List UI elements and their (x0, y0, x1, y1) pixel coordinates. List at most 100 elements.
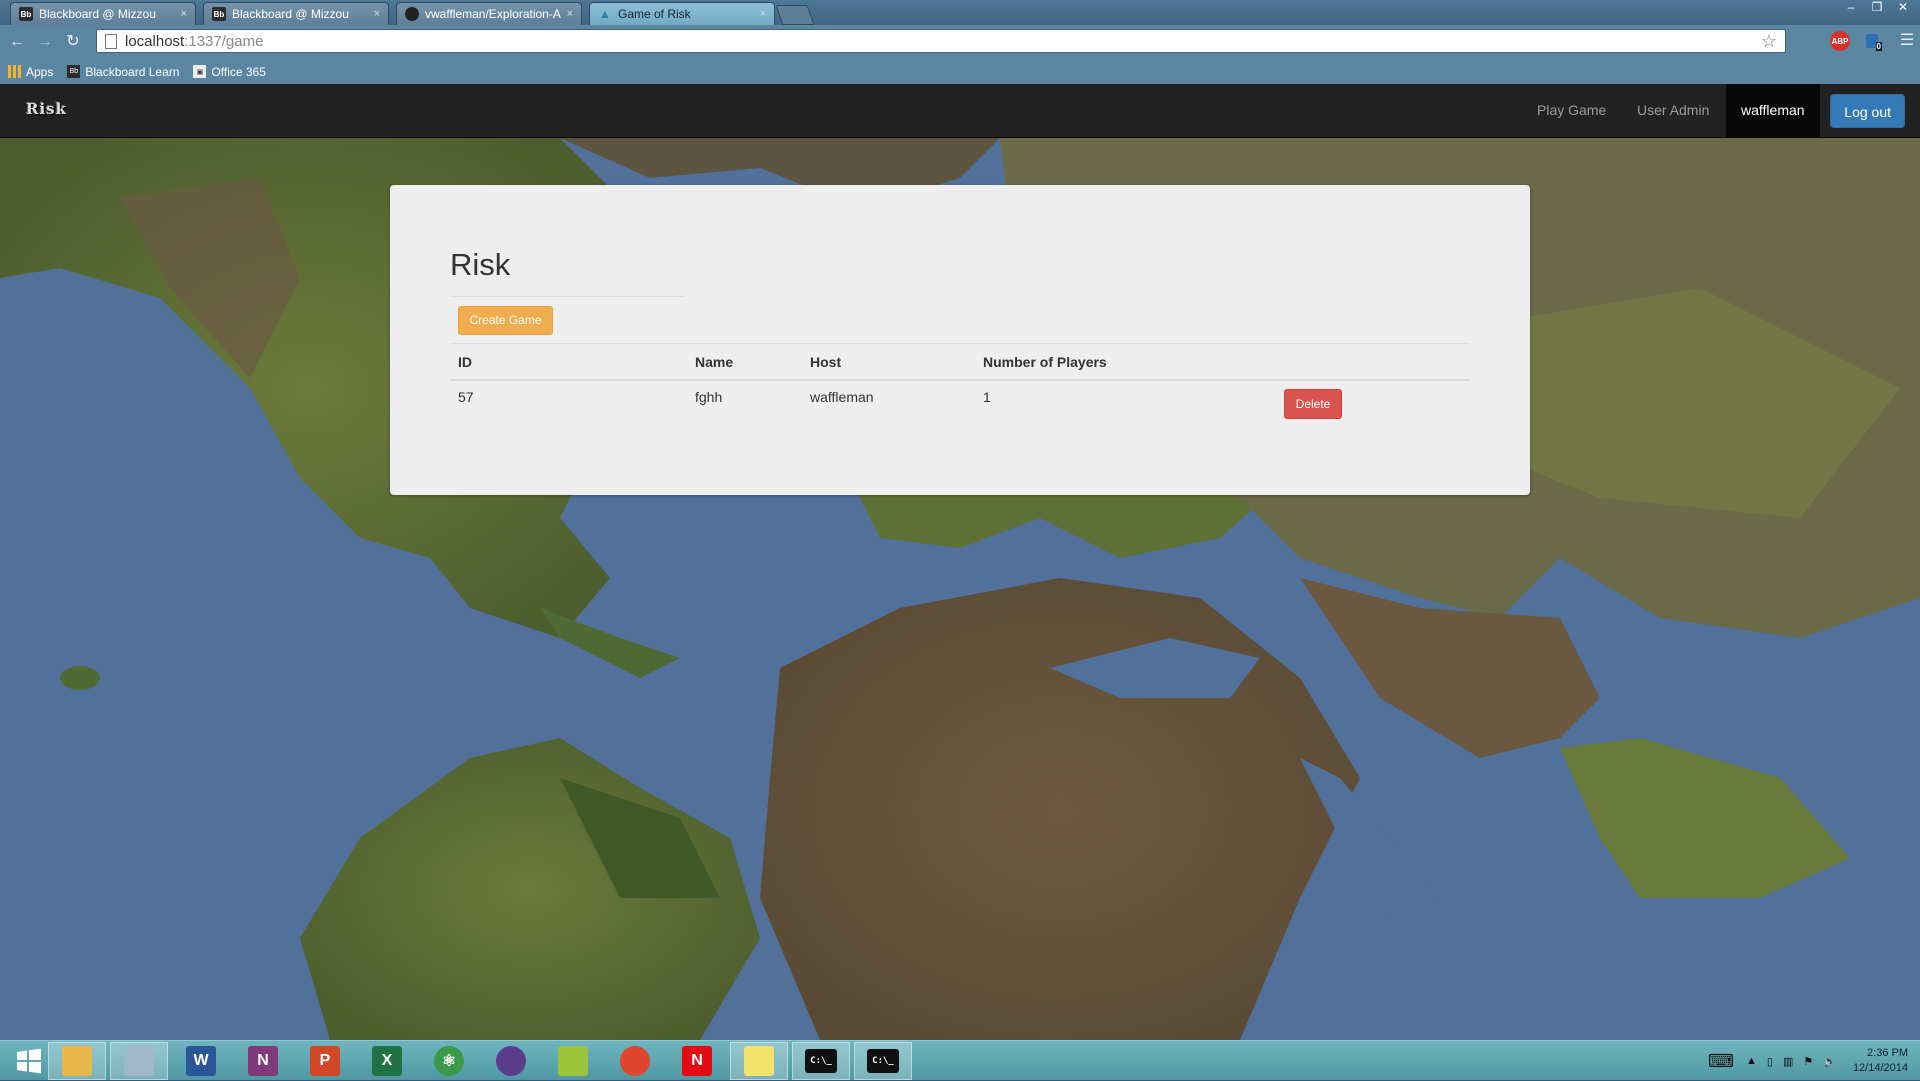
url-host: localhost (125, 32, 185, 50)
tab-close-icon[interactable]: × (760, 8, 766, 20)
browser-toolbar: ← → ↻ localhost:1337/game ☆ ABP 0 ☰ (0, 25, 1920, 59)
blackboard-favicon-icon: Bb (212, 7, 226, 21)
nav-user-admin[interactable]: User Admin (1637, 84, 1709, 137)
close-window-icon[interactable]: ✕ (1892, 0, 1914, 16)
cell-host: waffleman (802, 379, 975, 430)
taskbar-item[interactable]: W (172, 1042, 230, 1080)
games-table: ID Name Host Number of Players 57 fghh w… (450, 343, 1470, 430)
delete-game-button[interactable]: Delete (1284, 389, 1342, 419)
tab-title: Blackboard @ Mizzou (39, 7, 156, 21)
bookmark-office-365[interactable]: ▣ Office 365 (193, 64, 266, 79)
column-header-actions (1276, 343, 1470, 381)
taskbar-item[interactable] (48, 1042, 106, 1080)
title-divider (450, 296, 684, 297)
column-header-id: ID (450, 343, 687, 381)
system-tray: ⌨ ▲ ▯ ▥ ⚑ 🔈 2:36 PM 12/14/2014 (1708, 1041, 1920, 1081)
taskbar-item[interactable]: P (296, 1042, 354, 1080)
taskbar-item[interactable] (110, 1042, 168, 1080)
address-bar[interactable]: localhost:1337/game ☆ (96, 29, 1786, 53)
chrome-menu-icon[interactable]: ☰ (1896, 30, 1918, 52)
word-icon: W (186, 1046, 216, 1076)
bookmarks-bar: Apps Bb Blackboard Learn ▣ Office 365 (0, 59, 1920, 84)
battery-icon[interactable]: ▯ (1767, 1055, 1773, 1068)
create-game-button[interactable]: Create Game (458, 306, 553, 335)
volume-icon[interactable]: 🔈 (1823, 1055, 1837, 1068)
system-clock[interactable]: 2:36 PM 12/14/2014 (1853, 1046, 1908, 1076)
browser-tab-3[interactable]: vwaffleman/Exploration-A × (396, 2, 582, 25)
apps-grid-icon (8, 65, 21, 78)
cell-name: fghh (687, 379, 802, 430)
taskbar-item[interactable]: ⚛ (420, 1042, 478, 1080)
excel-icon: X (372, 1046, 402, 1076)
restore-icon[interactable]: ❐ (1866, 0, 1888, 16)
new-tab-button[interactable] (775, 5, 815, 25)
minimize-icon[interactable]: – (1840, 0, 1862, 16)
taskbar-item[interactable] (606, 1042, 664, 1080)
tab-title: vwaffleman/Exploration-A (425, 7, 561, 21)
taskbar-item[interactable]: N (234, 1042, 292, 1080)
extension-badge-icon[interactable]: 0 (1862, 31, 1882, 51)
nav-username[interactable]: waffleman (1726, 84, 1820, 137)
tab-title: Game of Risk (618, 7, 691, 21)
risk-favicon-icon: ▲ (599, 7, 611, 21)
back-arrow-icon[interactable]: ← (6, 31, 28, 53)
tab-close-icon[interactable]: × (567, 8, 573, 20)
terminal-icon: C:\_ (805, 1049, 837, 1073)
taskbar-item[interactable]: X (358, 1042, 416, 1080)
terminal-icon-2: C:\_ (867, 1049, 899, 1073)
chrome-icon (620, 1046, 650, 1076)
office-icon: ▣ (193, 65, 207, 78)
reload-icon[interactable]: ↻ (62, 31, 84, 53)
bookmark-label: Blackboard Learn (85, 64, 180, 79)
column-header-name: Name (687, 343, 802, 381)
adblock-icon[interactable]: ABP (1830, 31, 1850, 51)
eclipse-icon (496, 1046, 526, 1076)
browser-tab-4[interactable]: ▲ Game of Risk × (589, 2, 775, 25)
taskbar-item[interactable] (482, 1042, 540, 1080)
games-panel: Risk Create Game ID Name Host Number of … (390, 185, 1530, 495)
github-favicon-icon (405, 7, 419, 21)
taskbar-item[interactable]: C:\_ (792, 1042, 850, 1080)
browser-tab-strip: Bb Blackboard @ Mizzou × Bb Blackboard @… (0, 0, 1920, 25)
cell-players: 1 (975, 379, 1276, 430)
table-row: 57 fghh waffleman 1 Delete (450, 379, 1470, 430)
tab-close-icon[interactable]: × (374, 8, 380, 20)
cell-id: 57 (450, 379, 687, 430)
browser-tab-2[interactable]: Bb Blackboard @ Mizzou × (203, 2, 389, 25)
powerpoint-icon: P (310, 1046, 340, 1076)
netflix-icon: N (682, 1046, 712, 1076)
forward-arrow-icon[interactable]: → (34, 31, 56, 53)
action-center-icon[interactable]: ⚑ (1803, 1055, 1813, 1068)
blackboard-favicon-icon: Bb (19, 7, 33, 21)
risk-logo[interactable]: Risk (26, 100, 67, 118)
windows-start-icon (14, 1046, 44, 1076)
keyboard-icon[interactable]: ⌨ (1708, 1051, 1734, 1072)
network-icon[interactable]: ▥ (1783, 1055, 1793, 1068)
tab-title: Blackboard @ Mizzou (232, 7, 349, 21)
taskbar-item[interactable]: C:\_ (854, 1042, 912, 1080)
show-hidden-icons-icon[interactable]: ▲ (1746, 1055, 1757, 1067)
window-controls: – ❐ ✕ (1840, 0, 1914, 16)
table-header-row: ID Name Host Number of Players (450, 343, 1470, 381)
clock-time: 2:36 PM (1867, 1047, 1908, 1059)
taskbar-item[interactable]: N (668, 1042, 726, 1080)
onenote-icon: N (248, 1046, 278, 1076)
column-header-host: Host (802, 343, 975, 381)
taskbar-item[interactable] (730, 1042, 788, 1080)
column-header-players: Number of Players (975, 343, 1276, 381)
page-icon (105, 33, 117, 49)
url-path: :1337/game (184, 32, 264, 50)
windows-taskbar: W N P X ⚛ N C:\_ C:\_ ⌨ ▲ ▯ ▥ ⚑ 🔈 2:36 PM 12/14… (0, 1040, 1920, 1080)
cell-actions: Delete (1276, 379, 1470, 430)
bookmark-star-icon[interactable]: ☆ (1761, 31, 1777, 52)
logout-button[interactable]: Log out (1830, 94, 1905, 128)
bookmark-blackboard-learn[interactable]: Bb Blackboard Learn (67, 65, 179, 79)
browser-tab-1[interactable]: Bb Blackboard @ Mizzou × (10, 2, 196, 25)
nav-play-game[interactable]: Play Game (1537, 84, 1606, 137)
atom-icon: ⚛ (434, 1046, 464, 1076)
bookmark-label: Office 365 (211, 64, 266, 79)
taskbar-item[interactable] (544, 1042, 602, 1080)
blackboard-icon: Bb (67, 65, 81, 78)
bookmark-apps[interactable]: Apps (8, 65, 53, 79)
tab-close-icon[interactable]: × (181, 8, 187, 20)
